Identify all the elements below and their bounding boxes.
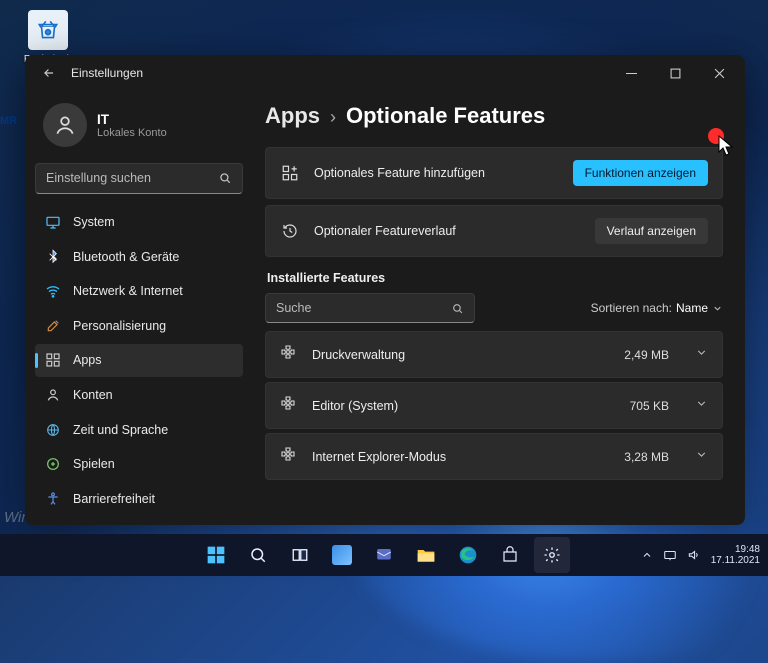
sidebar: IT Lokales Konto Einstellung suchen Syst… xyxy=(25,91,253,525)
sidebar-item-personalization[interactable]: Personalisierung xyxy=(35,309,243,342)
sidebar-item-network[interactable]: Netzwerk & Internet xyxy=(35,275,243,308)
widgets-button[interactable] xyxy=(324,537,360,573)
installed-header: Installierte Features xyxy=(267,271,721,285)
edge-button[interactable] xyxy=(450,537,486,573)
history-icon xyxy=(280,221,300,241)
chevron-right-icon: › xyxy=(330,107,336,128)
accessibility-icon xyxy=(45,491,61,507)
search-icon xyxy=(218,171,232,185)
user-icon xyxy=(45,387,61,403)
feature-size: 2,49 MB xyxy=(624,348,669,362)
view-features-button[interactable]: Funktionen anzeigen xyxy=(573,160,708,186)
sidebar-item-label: Personalisierung xyxy=(73,319,166,333)
chevron-down-icon xyxy=(695,448,708,466)
sort-control[interactable]: Sortieren nach: Name xyxy=(591,301,723,315)
start-button[interactable] xyxy=(198,537,234,573)
maximize-button[interactable] xyxy=(653,55,697,91)
recycle-bin-icon xyxy=(28,10,68,50)
settings-search-input[interactable]: Einstellung suchen xyxy=(35,163,243,194)
sort-prefix: Sortieren nach: xyxy=(591,301,672,315)
history-label: Optionaler Featureverlauf xyxy=(314,224,581,238)
avatar-icon xyxy=(43,103,87,147)
feature-name: Druckverwaltung xyxy=(312,348,610,362)
brush-icon xyxy=(45,318,61,334)
back-button[interactable] xyxy=(35,59,63,87)
desktop-side-label: MR xyxy=(0,115,17,127)
sidebar-item-label: System xyxy=(73,215,115,229)
history-card: Optionaler Featureverlauf Verlauf anzeig… xyxy=(265,205,723,257)
sidebar-item-label: Netzwerk & Internet xyxy=(73,284,183,298)
settings-window: Einstellungen IT Lokales Konto Einstellu… xyxy=(25,55,745,525)
feature-search-placeholder: Suche xyxy=(276,301,451,315)
account-block[interactable]: IT Lokales Konto xyxy=(35,97,243,161)
puzzle-icon xyxy=(280,446,298,467)
breadcrumb: Apps › Optionale Features xyxy=(265,103,723,129)
search-icon xyxy=(451,302,464,315)
feature-row[interactable]: Editor (System) 705 KB xyxy=(265,382,723,429)
click-indicator xyxy=(708,128,724,144)
puzzle-icon xyxy=(280,395,298,416)
sidebar-item-label: Apps xyxy=(73,353,102,367)
sidebar-item-label: Konten xyxy=(73,388,113,402)
store-button[interactable] xyxy=(492,537,528,573)
feature-size: 3,28 MB xyxy=(624,450,669,464)
puzzle-icon xyxy=(280,344,298,365)
taskbar: 19:48 17.11.2021 xyxy=(0,534,768,576)
chevron-up-icon[interactable] xyxy=(641,549,653,561)
feature-name: Editor (System) xyxy=(312,399,616,413)
close-button[interactable] xyxy=(697,55,741,91)
settings-taskbar-button[interactable] xyxy=(534,537,570,573)
add-feature-label: Optionales Feature hinzufügen xyxy=(314,166,559,180)
sidebar-item-bluetooth[interactable]: Bluetooth & Geräte xyxy=(35,240,243,273)
titlebar: Einstellungen xyxy=(25,55,745,91)
window-title: Einstellungen xyxy=(71,66,143,80)
add-feature-icon xyxy=(280,163,300,183)
sidebar-item-system[interactable]: System xyxy=(35,206,243,239)
sidebar-item-label: Bluetooth & Geräte xyxy=(73,250,179,264)
sidebar-item-gaming[interactable]: Spielen xyxy=(35,448,243,481)
task-view-button[interactable] xyxy=(282,537,318,573)
system-icon xyxy=(45,214,61,230)
bluetooth-icon xyxy=(45,249,61,265)
account-name: IT xyxy=(97,112,167,127)
search-button[interactable] xyxy=(240,537,276,573)
chevron-down-icon xyxy=(695,397,708,415)
system-tray[interactable]: 19:48 17.11.2021 xyxy=(641,544,760,567)
apps-icon xyxy=(45,352,61,368)
volume-tray-icon[interactable] xyxy=(687,548,701,562)
chevron-down-icon xyxy=(712,303,723,314)
add-feature-card: Optionales Feature hinzufügen Funktionen… xyxy=(265,147,723,199)
sort-value: Name xyxy=(676,301,708,315)
main-content: Apps › Optionale Features Optionales Fea… xyxy=(253,91,745,525)
network-tray-icon[interactable] xyxy=(663,548,677,562)
sidebar-item-label: Barrierefreiheit xyxy=(73,492,155,506)
feature-row[interactable]: Internet Explorer-Modus 3,28 MB xyxy=(265,433,723,480)
minimize-button[interactable] xyxy=(609,55,653,91)
view-history-button[interactable]: Verlauf anzeigen xyxy=(595,218,708,244)
page-title: Optionale Features xyxy=(346,103,545,129)
sidebar-item-time[interactable]: Zeit und Sprache xyxy=(35,413,243,446)
clock[interactable]: 19:48 17.11.2021 xyxy=(711,544,760,567)
sidebar-item-label: Spielen xyxy=(73,457,115,471)
chat-button[interactable] xyxy=(366,537,402,573)
chevron-down-icon xyxy=(695,346,708,364)
explorer-button[interactable] xyxy=(408,537,444,573)
breadcrumb-parent[interactable]: Apps xyxy=(265,103,320,129)
feature-search-input[interactable]: Suche xyxy=(265,293,475,323)
sidebar-item-accessibility[interactable]: Barrierefreiheit xyxy=(35,482,243,515)
sidebar-item-apps[interactable]: Apps xyxy=(35,344,243,377)
settings-search-placeholder: Einstellung suchen xyxy=(46,171,218,185)
sidebar-item-accounts[interactable]: Konten xyxy=(35,379,243,412)
feature-name: Internet Explorer-Modus xyxy=(312,450,610,464)
date-text: 17.11.2021 xyxy=(711,555,760,567)
feature-size: 705 KB xyxy=(630,399,669,413)
gaming-icon xyxy=(45,456,61,472)
feature-row[interactable]: Druckverwaltung 2,49 MB xyxy=(265,331,723,378)
time-text: 19:48 xyxy=(711,544,760,556)
account-sub: Lokales Konto xyxy=(97,127,167,139)
globe-icon xyxy=(45,422,61,438)
sidebar-item-label: Zeit und Sprache xyxy=(73,423,168,437)
wifi-icon xyxy=(45,283,61,299)
